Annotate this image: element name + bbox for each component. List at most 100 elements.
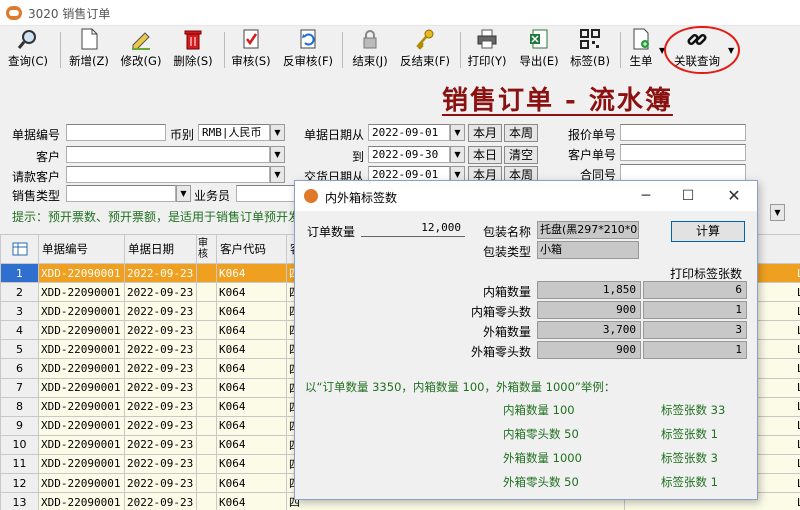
row-number: 3	[0, 301, 39, 322]
dialog-titlebar: 内外箱标签数 ─ ☐ ✕	[295, 181, 757, 211]
chevron-down-icon[interactable]: ▼	[770, 204, 785, 221]
col-audit[interactable]: 审核	[196, 234, 217, 264]
outer-box-qty-label: 外箱数量	[482, 325, 531, 339]
doc-date-label: 单据日期从	[304, 128, 365, 142]
row-number: 12	[0, 473, 39, 494]
cell-doc-no: XDD-22090001	[38, 358, 125, 379]
row-number: 4	[0, 320, 39, 341]
example-right: 标签张数 33	[661, 403, 726, 417]
trash-icon	[182, 28, 204, 50]
export-button[interactable]: 导出(E)	[516, 28, 562, 72]
toolbar-separator	[460, 32, 461, 68]
chevron-down-icon[interactable]: ▼	[176, 185, 191, 202]
this-month-button[interactable]: 本月	[468, 124, 502, 142]
cell-audit	[196, 434, 217, 455]
col-doc-no[interactable]: 单据编号	[38, 234, 125, 264]
sales-type-select[interactable]	[66, 185, 176, 202]
cell-doc-no: XDD-22090001	[38, 377, 125, 398]
cell-audit	[196, 415, 217, 436]
edit-button[interactable]: 修改(G)	[118, 28, 164, 72]
currency-label: 币别	[170, 128, 195, 142]
cell-doc-date: 2022-09-23	[124, 453, 197, 475]
cell-doc-no: XDD-22090001	[38, 415, 125, 436]
toolbar-separator	[224, 32, 225, 68]
cell-audit	[196, 492, 217, 510]
new-document-icon	[78, 28, 100, 50]
close-order-button[interactable]: 结束(J)	[348, 28, 392, 72]
generate-order-button[interactable]: 生单	[624, 28, 658, 72]
app-logo-icon	[6, 6, 22, 20]
undo-approve-icon	[297, 28, 319, 50]
cell-doc-no: XDD-22090001	[38, 396, 125, 417]
cell-customer-code: K064	[216, 358, 287, 379]
query-button[interactable]: 查询(C)	[6, 28, 50, 72]
row-number: 13	[0, 492, 39, 510]
payer-select[interactable]	[66, 166, 270, 183]
window-title: 3020 销售订单	[28, 7, 111, 21]
cell-doc-date: 2022-09-23	[124, 282, 197, 303]
calculate-button[interactable]: 计算	[671, 221, 745, 242]
toolbar-separator	[60, 32, 61, 68]
chevron-down-icon[interactable]: ▼	[270, 166, 285, 183]
example-right: 标签张数 1	[661, 427, 718, 441]
minimize-icon[interactable]: ─	[631, 185, 661, 207]
label-button[interactable]: 标签(B)	[568, 28, 612, 72]
salesman-input[interactable]	[236, 185, 296, 202]
this-week-button[interactable]: 本周	[504, 124, 538, 142]
example-title: 以“订单数量 3350，内箱数量 100，外箱数量 1000”举例：	[305, 380, 616, 394]
cell-customer-code: K064	[216, 301, 287, 322]
order-qty-label: 订单数量	[307, 225, 356, 239]
reopen-order-button[interactable]: 反结束(F)	[398, 28, 452, 72]
cell-doc-no: XDD-22090001	[38, 339, 125, 360]
chevron-down-icon[interactable]: ▼	[270, 124, 285, 141]
cell-audit	[196, 377, 217, 398]
edit-pen-icon	[130, 28, 152, 50]
doc-no-input[interactable]	[66, 124, 166, 141]
delete-button[interactable]: 删除(S)	[170, 28, 216, 72]
close-icon[interactable]: ✕	[719, 185, 749, 207]
pack-type-label: 包装类型	[483, 245, 532, 259]
example-left: 内箱零头数 50	[503, 427, 579, 441]
doc-date-from-input[interactable]: 2022-09-01	[368, 124, 450, 141]
print-button[interactable]: 打印(Y)	[464, 28, 510, 72]
clear-button[interactable]: 清空	[504, 146, 538, 164]
chevron-down-icon[interactable]: ▼	[450, 124, 465, 141]
cell-audit	[196, 473, 217, 494]
salesman-label: 业务员	[194, 189, 231, 203]
printer-icon	[476, 28, 498, 50]
sales-type-label: 销售类型	[12, 189, 61, 203]
customer-select[interactable]	[66, 146, 270, 163]
example-left: 内箱数量 100	[503, 403, 575, 417]
window-titlebar: 3020 销售订单	[0, 0, 800, 26]
toolbar-separator	[620, 32, 621, 68]
cell-audit	[196, 262, 217, 284]
toolbar-separator	[342, 32, 343, 68]
col-customer-code[interactable]: 客户代码	[216, 234, 287, 264]
qr-code-icon	[579, 28, 601, 50]
payer-label: 请款客户	[12, 170, 61, 184]
cell-audit	[196, 320, 217, 341]
quote-no-input[interactable]	[620, 124, 746, 141]
unapprove-button[interactable]: 反审核(F)	[280, 28, 336, 72]
col-doc-date[interactable]: 单据日期	[124, 234, 197, 264]
grid-corner-icon[interactable]	[0, 234, 39, 264]
cell-doc-date: 2022-09-23	[124, 320, 197, 341]
cell-customer-code: K064	[216, 377, 287, 398]
maximize-icon[interactable]: ☐	[673, 185, 703, 207]
row-number: 5	[0, 339, 39, 360]
today-button[interactable]: 本日	[468, 146, 502, 164]
order-qty-input[interactable]: 12,000	[361, 221, 465, 237]
inner-box-remainder-label: 内箱零头数	[470, 305, 531, 319]
magnifier-icon	[17, 28, 39, 50]
chevron-down-icon[interactable]: ▼	[450, 146, 465, 163]
page-title: 销售订单 - 流水簿	[442, 86, 673, 116]
approve-button[interactable]: 审核(S)	[228, 28, 274, 72]
currency-select[interactable]: RMB|人民币	[198, 124, 270, 141]
contract-no-input[interactable]	[620, 164, 746, 181]
outer-box-qty-value: 3,700	[537, 321, 641, 339]
new-button[interactable]: 新增(Z)	[66, 28, 112, 72]
customer-no-input[interactable]	[620, 144, 746, 161]
chevron-down-icon[interactable]: ▼	[270, 146, 285, 163]
cell-audit	[196, 339, 217, 360]
doc-date-to-input[interactable]: 2022-09-30	[368, 146, 450, 163]
